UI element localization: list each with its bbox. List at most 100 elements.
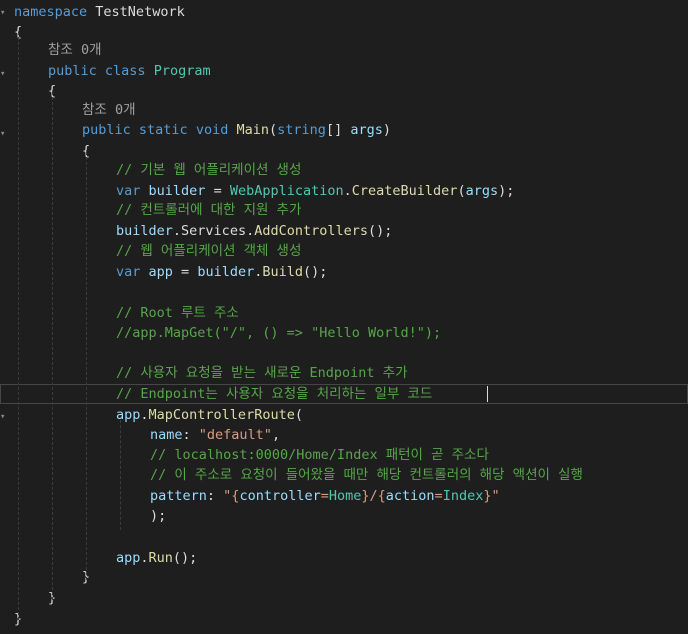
code-token: var (116, 183, 141, 199)
code-line[interactable]: // 사용자 요청을 받는 새로운 Endpoint 추가 (0, 363, 688, 383)
code-editor[interactable]: namespace TestNetwork{참조 0개 public class … (0, 0, 688, 634)
code-token: ( (269, 122, 278, 138)
code-token: ); (150, 508, 167, 524)
code-line[interactable]: //app.MapGet("/", () => "Hello World!"); (0, 323, 688, 343)
code-line[interactable]: pattern: "{controller=Home}/{action=Inde… (0, 486, 688, 506)
code-line[interactable]: } (0, 588, 688, 608)
code-token: WebApplication (229, 183, 344, 199)
code-token: : (182, 427, 199, 443)
code-line[interactable]: var builder = WebApplication.CreateBuild… (0, 181, 688, 201)
code-token: var (116, 264, 141, 280)
code-token: public (82, 122, 131, 138)
code-token: void (195, 122, 229, 138)
code-token: Build (262, 264, 303, 280)
code-token: : (206, 488, 224, 504)
code-line[interactable] (0, 343, 688, 363)
code-token: builder (148, 183, 206, 199)
code-token: // 이 주소로 요청이 들어왔을 때만 해당 컨트롤러의 해당 액션이 실행 (150, 467, 583, 483)
code-token: controller (239, 488, 321, 504)
code-line[interactable]: app.Run(); (0, 548, 688, 568)
code-line[interactable]: // Endpoint는 사용자 요청을 처리하는 일부 코드 (0, 384, 688, 404)
code-token: ( (294, 407, 303, 423)
code-token: action (385, 488, 435, 504)
code-token: (); (172, 550, 198, 566)
code-line[interactable]: { (0, 81, 688, 101)
code-line[interactable]: name: "default", (0, 425, 688, 445)
code-token: builder (197, 264, 255, 280)
code-token: name (150, 427, 183, 443)
code-token: app (116, 550, 141, 566)
code-token: = (205, 183, 230, 199)
code-token: }" (483, 488, 500, 504)
indent-guide (52, 92, 53, 600)
text-caret (487, 386, 488, 402)
code-token: Services (181, 223, 247, 239)
code-line[interactable]: namespace TestNetwork (0, 2, 688, 22)
code-line[interactable]: } (0, 609, 688, 629)
code-token: ); (498, 183, 515, 199)
code-token: ) (382, 122, 391, 138)
code-line[interactable]: // Root 루트 주소 (0, 303, 688, 323)
fold-chevron-icon[interactable]: ▾ (0, 129, 8, 139)
code-line[interactable]: app.MapControllerRoute( (0, 405, 688, 425)
code-token: . (140, 550, 149, 566)
code-line[interactable]: var app = builder.Build(); (0, 262, 688, 282)
code-token: (); (303, 264, 328, 280)
code-token: AddControllers (254, 223, 369, 239)
code-line[interactable]: builder.Services.AddControllers(); (0, 221, 688, 241)
code-token: ( (457, 183, 466, 199)
fold-chevron-icon[interactable]: ▾ (0, 69, 8, 79)
code-token: . (172, 223, 182, 239)
fold-chevron-icon[interactable]: ▾ (0, 412, 8, 422)
code-line[interactable]: } (0, 567, 688, 587)
code-line[interactable]: // 기본 웹 어플리케이션 생성 (0, 160, 688, 180)
code-token: app (148, 264, 173, 280)
code-token: // 컨트롤러에 대한 지원 추가 (116, 202, 302, 218)
code-token: Main (236, 122, 270, 138)
code-line[interactable]: // 웹 어플리케이션 객체 생성 (0, 241, 688, 261)
code-line[interactable]: public class Program (0, 61, 688, 81)
code-token: namespace (14, 4, 88, 20)
code-token: pattern (150, 488, 207, 504)
code-token: = (434, 488, 443, 504)
code-token: builder (116, 223, 173, 239)
code-line[interactable] (0, 527, 688, 547)
code-token: class (104, 63, 146, 79)
code-line[interactable] (0, 283, 688, 303)
codelens-references[interactable]: 참조 0개 (0, 100, 688, 120)
code-token: // Endpoint는 사용자 요청을 처리하는 일부 코드 (116, 386, 433, 402)
code-line[interactable]: public static void Main(string[] args) (0, 120, 688, 140)
code-line[interactable]: // 이 주소로 요청이 들어왔을 때만 해당 컨트롤러의 해당 액션이 실행 (0, 465, 688, 485)
code-token: // Root 루트 주소 (116, 305, 239, 321)
fold-chevron-icon[interactable]: ▾ (0, 8, 8, 18)
code-token: args (465, 183, 499, 199)
code-token: [] (325, 122, 351, 138)
code-line[interactable]: // 컨트롤러에 대한 지원 추가 (0, 200, 688, 220)
code-line[interactable]: ); (0, 506, 688, 526)
code-line[interactable]: { (0, 141, 688, 161)
indent-guide (18, 32, 19, 620)
code-token: (); (368, 223, 393, 239)
code-token: TestNetwork (95, 4, 185, 20)
code-line[interactable]: // localhost:0000/Home/Index 패턴이 곧 주소다 (0, 445, 688, 465)
code-token: . (343, 183, 352, 199)
codelens-label[interactable]: 참조 0개 (48, 42, 102, 58)
codelens-references[interactable]: 참조 0개 (0, 40, 688, 60)
code-token: }/{ (361, 488, 386, 504)
indent-guide (120, 420, 121, 530)
code-token: Home (328, 488, 362, 504)
codelens-label[interactable]: 참조 0개 (82, 102, 136, 118)
code-line[interactable]: { (0, 22, 688, 42)
code-token: Program (153, 63, 211, 79)
code-token: static (138, 122, 188, 138)
code-token: string (277, 122, 326, 138)
code-token: MapControllerRoute (148, 407, 295, 423)
code-token: // localhost:0000/Home/Index 패턴이 곧 주소다 (150, 447, 489, 463)
code-token: CreateBuilder (351, 183, 458, 199)
code-token: args (350, 122, 383, 138)
